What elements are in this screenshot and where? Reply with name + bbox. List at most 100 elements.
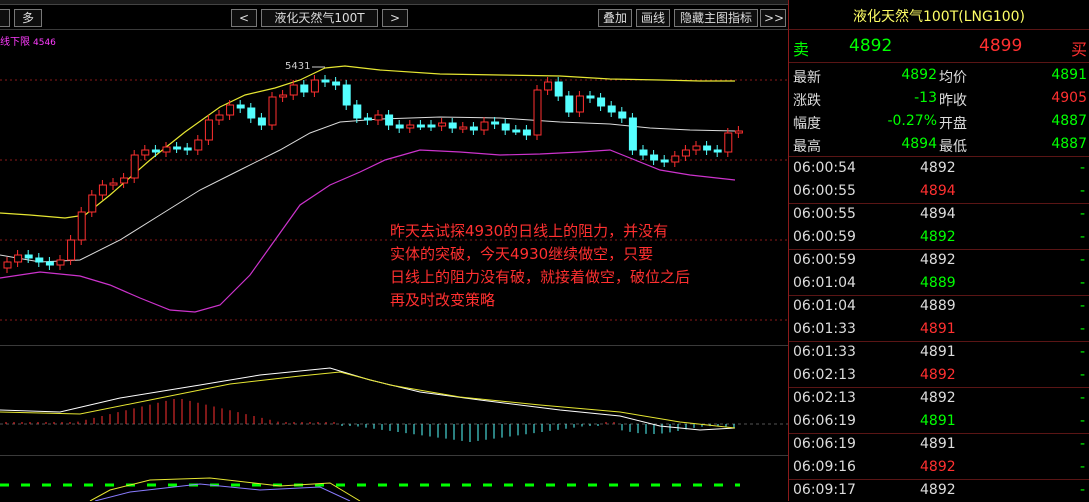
candle-up xyxy=(310,79,319,93)
panel-divider xyxy=(789,29,1089,30)
candle-up xyxy=(3,261,12,269)
candle-down xyxy=(321,79,330,83)
candle-up xyxy=(204,119,213,141)
tick-price: 4892 xyxy=(920,229,956,245)
tick-time: 06:01:33 xyxy=(793,344,856,360)
candle-up xyxy=(289,84,298,96)
tick-direction: - xyxy=(1079,206,1085,222)
tick-time: 06:00:59 xyxy=(793,229,856,245)
tick-row: 06:09:17 4892 - xyxy=(789,479,1089,502)
candle-down xyxy=(24,254,33,259)
candle-up xyxy=(671,155,680,163)
tick-row: 06:06:19 4891 - xyxy=(789,433,1089,456)
candle-down xyxy=(639,149,648,156)
candle-up xyxy=(459,126,468,130)
candle-up xyxy=(141,149,150,156)
candle-down xyxy=(713,149,722,153)
candle-up xyxy=(194,139,203,151)
tick-price: 4892 xyxy=(920,367,956,383)
candle-up xyxy=(438,122,447,127)
annotation-line: 昨天去试探4930的日线上的阻力，并没有 xyxy=(390,222,669,240)
stat-label: 均价 xyxy=(939,70,967,86)
stat-value: 4887 xyxy=(1051,136,1087,152)
tick-direction: - xyxy=(1079,321,1085,337)
sell-price[interactable]: 4892 xyxy=(849,36,892,56)
tick-time: 06:09:16 xyxy=(793,459,856,475)
tick-price: 4892 xyxy=(920,160,956,176)
tick-time: 06:01:04 xyxy=(793,298,856,314)
candle-down xyxy=(385,114,394,126)
candle-up xyxy=(162,146,171,153)
kdj-divider xyxy=(0,455,788,456)
tick-row: 06:06:19 4891 - xyxy=(789,410,1089,433)
candle-down xyxy=(247,107,256,119)
candle-down xyxy=(300,84,309,93)
candle-up xyxy=(575,95,584,113)
tick-row: 06:00:55 4894 - xyxy=(789,180,1089,203)
candle-down xyxy=(173,146,182,150)
tick-time: 06:02:13 xyxy=(793,390,856,406)
tick-price: 4892 xyxy=(920,390,956,406)
candle-down xyxy=(363,117,372,121)
tick-row: 06:01:04 4889 - xyxy=(789,295,1089,318)
candle-down xyxy=(448,122,457,129)
stat-value: 4891 xyxy=(1051,67,1087,83)
candle-down xyxy=(469,126,478,131)
tick-time: 06:01:04 xyxy=(793,275,856,291)
tick-direction: - xyxy=(1079,160,1085,176)
candle-down xyxy=(650,154,659,161)
candle-down xyxy=(491,121,500,125)
stat-value: 4892 xyxy=(901,67,937,83)
tick-direction: - xyxy=(1079,459,1085,475)
candle-up xyxy=(544,81,553,91)
candle-up xyxy=(480,121,489,131)
candle-down xyxy=(703,145,712,151)
stat-label: 最高 xyxy=(793,139,821,155)
candle-down xyxy=(522,129,531,136)
quote-panel: 液化天然气100T(LNG100) 卖 4892 4899 买 最新 4892 均价… xyxy=(789,0,1089,501)
upper-band-line xyxy=(0,65,735,219)
candle-down xyxy=(618,111,627,119)
tick-price: 4891 xyxy=(920,321,956,337)
tick-price: 4894 xyxy=(920,183,956,199)
candle-up xyxy=(109,182,118,186)
tick-row: 06:00:59 4892 - xyxy=(789,226,1089,249)
candle-up xyxy=(226,104,235,116)
kline-chart-area[interactable]: 多 < 液化天然气100T > 叠加 画线 隐藏主图指标 >> 线下限 4546 … xyxy=(0,0,788,501)
stat-value: 4905 xyxy=(1051,90,1087,106)
tick-time: 06:06:19 xyxy=(793,413,856,429)
tick-row: 06:02:13 4892 - xyxy=(789,387,1089,410)
tick-time: 06:00:59 xyxy=(793,252,856,268)
annotation-line: 再及时改变策略 xyxy=(390,291,496,309)
tick-price: 4889 xyxy=(920,275,956,291)
candle-up xyxy=(130,154,139,179)
candle-down xyxy=(236,104,245,109)
tick-price: 4891 xyxy=(920,436,956,452)
candle-down xyxy=(332,81,341,86)
candle-up xyxy=(77,211,86,241)
tick-time: 06:06:19 xyxy=(793,436,856,452)
candle-down xyxy=(565,95,574,113)
tick-row: 06:01:04 4889 - xyxy=(789,272,1089,295)
stat-row: 最高 4894 最低 4887 xyxy=(789,133,1089,156)
tick-direction: - xyxy=(1079,390,1085,406)
tick-row: 06:02:13 4892 - xyxy=(789,364,1089,387)
tick-direction: - xyxy=(1079,367,1085,383)
tick-time: 06:02:13 xyxy=(793,367,856,383)
annotation-line: 实体的突破，今天4930继续做空，只要 xyxy=(390,245,654,263)
tick-price: 4891 xyxy=(920,344,956,360)
tick-price: 4892 xyxy=(920,482,956,498)
candle-up xyxy=(724,132,733,153)
candle-down xyxy=(660,159,669,163)
candle-down xyxy=(628,117,637,151)
candle-up xyxy=(268,96,277,126)
stat-value: -13 xyxy=(914,90,937,106)
tick-row: 06:00:55 4894 - xyxy=(789,203,1089,226)
buy-price[interactable]: 4899 xyxy=(979,36,1022,56)
buy-label: 买 xyxy=(1071,40,1088,59)
tick-row: 06:00:54 4892 - xyxy=(789,157,1089,180)
tick-price: 4892 xyxy=(920,252,956,268)
candle-up xyxy=(681,149,690,157)
candle-down xyxy=(501,123,510,131)
analysis-annotation: 昨天去试探4930的日线上的阻力，并没有 实体的突破，今天4930继续做空，只要… xyxy=(390,220,785,312)
